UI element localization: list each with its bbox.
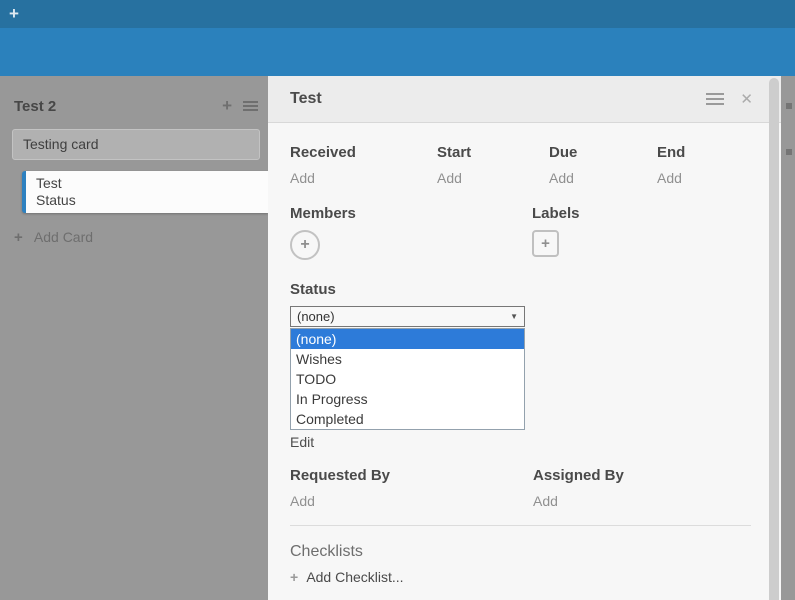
list-title: Test 2 (14, 98, 222, 115)
add-label-button[interactable]: + (532, 230, 559, 257)
list-header: Test 2 + (0, 76, 268, 116)
date-labels-row: Received Start Due End (290, 144, 751, 161)
section-divider (290, 525, 751, 526)
received-add-link[interactable]: Add (290, 170, 437, 186)
start-label: Start (437, 144, 549, 161)
add-label-plus-icon: + (541, 235, 550, 252)
add-checklist-label: Add Checklist... (306, 569, 403, 585)
card-title-line1: Test (36, 175, 268, 192)
list-menu-icon[interactable] (243, 101, 258, 112)
add-card-button[interactable]: + Add Card (14, 229, 268, 246)
status-option-wishes[interactable]: Wishes (291, 349, 524, 369)
requested-assigned-row: Requested By Assigned By (290, 467, 751, 484)
members-label: Members (290, 205, 532, 222)
panel-scrollbar[interactable] (769, 78, 779, 600)
card-detail-title: Test (290, 90, 706, 108)
date-add-row: Add Add Add Add (290, 170, 751, 186)
add-checklist-button[interactable]: + Add Checklist... (290, 569, 751, 585)
status-option-none[interactable]: (none) (291, 329, 524, 349)
status-selected-value: (none) (297, 309, 510, 324)
add-member-plus-icon: + (300, 236, 309, 254)
card-detail-body: Received Start Due End Add Add Add Add M… (268, 144, 781, 600)
board-header-bar (0, 28, 795, 76)
card-menu-icon[interactable] (706, 93, 724, 106)
status-select[interactable]: (none) ▼ (290, 306, 525, 327)
labels-label: Labels (532, 205, 751, 222)
status-option-in-progress[interactable]: In Progress (291, 389, 524, 409)
start-add-link[interactable]: Add (437, 170, 549, 186)
requested-assigned-add-row: Add Add (290, 493, 751, 509)
list-add-card-icon[interactable]: + (222, 96, 232, 116)
members-labels-buttons-row: + + (290, 230, 751, 260)
status-edit-link[interactable]: Edit (290, 434, 751, 450)
card-title: Testing card (23, 136, 98, 152)
due-label: Due (549, 144, 657, 161)
status-label: Status (290, 281, 751, 298)
requested-by-add-link[interactable]: Add (290, 493, 533, 509)
requested-by-label: Requested By (290, 467, 533, 484)
close-icon[interactable]: ✕ (740, 92, 753, 107)
status-options-dropdown: (none) Wishes TODO In Progress Completed (290, 328, 525, 430)
add-board-icon[interactable]: + (9, 0, 19, 28)
card-title-line2: Status (36, 192, 268, 209)
partial-list-fragment (786, 103, 792, 109)
checklists-title: Checklists (290, 543, 751, 561)
partial-list-fragment (786, 149, 792, 155)
add-member-button[interactable]: + (290, 230, 320, 260)
status-option-completed[interactable]: Completed (291, 409, 524, 429)
due-add-link[interactable]: Add (549, 170, 657, 186)
end-label: End (657, 144, 751, 161)
received-label: Received (290, 144, 437, 161)
card-test-selected[interactable]: Test Status (22, 171, 268, 213)
add-card-label: Add Card (34, 229, 93, 245)
board-area: Test 2 + Testing card Test Status + Add … (0, 76, 268, 600)
chevron-down-icon: ▼ (510, 312, 518, 321)
card-detail-panel: Test ✕ Received Start Due End Add Add Ad… (268, 76, 781, 600)
card-detail-header: Test ✕ (268, 76, 781, 123)
end-add-link[interactable]: Add (657, 170, 751, 186)
assigned-by-label: Assigned By (533, 467, 751, 484)
status-option-todo[interactable]: TODO (291, 369, 524, 389)
card-testing-card[interactable]: Testing card (12, 129, 260, 160)
assigned-by-add-link[interactable]: Add (533, 493, 751, 509)
members-labels-row: Members Labels (290, 205, 751, 222)
top-navbar: + (0, 0, 795, 28)
add-card-plus-icon: + (14, 229, 23, 246)
add-checklist-plus-icon: + (290, 569, 298, 585)
